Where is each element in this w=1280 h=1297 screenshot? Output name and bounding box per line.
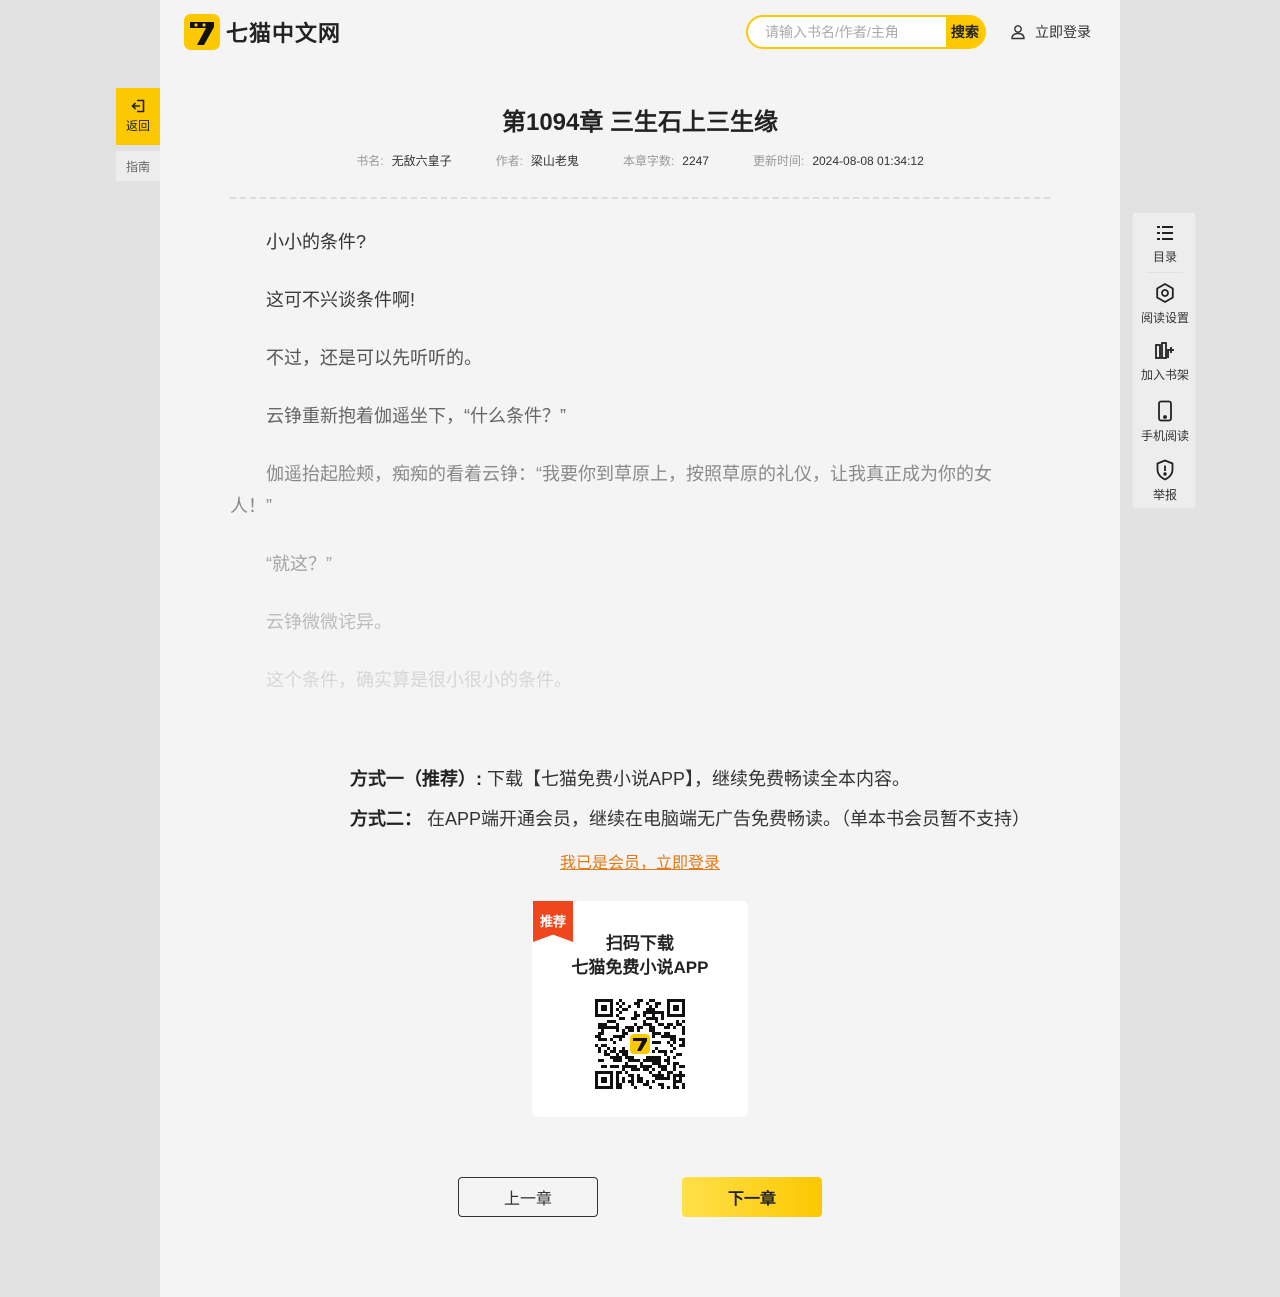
meta-author: 作者: 梁山老鬼 [496, 152, 579, 169]
qr-download-card: 推荐 扫码下载 七猫免费小说APP [532, 901, 748, 1117]
meta-word-count: 本章字数: 2247 [623, 152, 709, 169]
logo-text: 七猫中文网 [226, 21, 342, 46]
toolbar-label: 举报 [1152, 488, 1177, 502]
content-paragraph: “就这？” [266, 554, 332, 574]
toolbar-label: 加入书架 [1140, 368, 1189, 382]
site-logo[interactable]: 七猫中文网 [184, 14, 341, 50]
content-paragraph: 小小的条件? [266, 232, 367, 252]
way-text: 下载【七猫免费小说APP】，继续免费畅读全本内容。 [487, 769, 911, 789]
meta-label: 更新时间: [752, 154, 805, 168]
qr-code-image [595, 999, 685, 1089]
search-box: 搜索 [746, 15, 986, 49]
list-icon [1157, 226, 1173, 240]
content-paragraph: 这个条件，确实算是很小很小的条件。 [266, 670, 572, 690]
logo-cat-icon [184, 14, 220, 50]
toolbar-report[interactable]: 举报 [1133, 449, 1197, 508]
meta-book: 书名: 无敌六皇子 [356, 152, 451, 169]
meta-label: 本章字数: [622, 154, 675, 168]
unlock-way-two: 方式二： 在APP端开通会员，继续在电脑端无广告免费畅读。（单本书会员暂不支持） [350, 805, 1030, 831]
toolbar-catalog[interactable]: 目录 [1133, 213, 1197, 272]
qr-title-line: 七猫免费小说APP [571, 958, 709, 977]
content-paragraph: 伽遥抬起脸颊，痴痴的看着云铮：“我要你到草原上，按照草原的礼仪，让我真正成为你的… [230, 464, 992, 516]
way-label: 方式二： [350, 809, 422, 829]
back-exit-icon [131, 99, 145, 113]
meta-label: 书名: [356, 154, 384, 168]
unlock-way-one: 方式一（推荐）: 下载【七猫免费小说APP】，继续免费畅读全本内容。 [350, 765, 910, 791]
toolbar-read-settings[interactable]: 阅读设置 [1133, 272, 1197, 331]
meta-value: 2247 [682, 154, 709, 168]
toolbar-add-bookshelf[interactable]: 加入书架 [1133, 331, 1197, 390]
chapter-title: 第1094章 三生石上三生缘 [501, 109, 779, 136]
meta-value[interactable]: 梁山老鬼 [531, 154, 579, 168]
meta-value[interactable]: 无敌六皇子 [392, 154, 452, 168]
meta-label: 作者: [495, 154, 523, 168]
back-button[interactable]: 返回 [116, 88, 160, 145]
chapter-content: 小小的条件? 这可不兴谈条件啊! 不过，还是可以先听听的。 云铮重新抱着伽遥坐下… [230, 226, 1020, 722]
toolbar-label: 目录 [1152, 250, 1177, 264]
user-icon [1011, 25, 1025, 40]
content-paragraph: 不过，还是可以先听听的。 [266, 348, 482, 368]
back-label: 返回 [125, 119, 150, 133]
qr-title-line: 扫码下载 [606, 934, 674, 953]
login-link[interactable]: 立即登录 [1010, 22, 1091, 42]
bookshelf-add-icon [1155, 342, 1174, 359]
meta-update-time: 更新时间: 2024-08-08 01:34:12 [753, 152, 924, 169]
guide-button[interactable]: 指南 [116, 151, 160, 181]
meta-value: 2024-08-08 01:34:12 [812, 154, 924, 168]
qr-title: 扫码下载 七猫免费小说APP [532, 932, 748, 980]
reader-page: 七猫中文网 搜索 立即登录 第1094章 三生石上三生缘 书名: 无敌六皇子 作者… [160, 0, 1120, 1297]
toolbar-label: 手机阅读 [1140, 429, 1189, 443]
reader-toolbar: 目录 阅读设置 加入书架 手机阅读 举报 [1132, 212, 1196, 509]
search-input[interactable] [748, 17, 946, 47]
shield-alert-icon [1156, 459, 1174, 481]
toolbar-mobile-read[interactable]: 手机阅读 [1133, 390, 1197, 449]
member-login-link: 我已是会员，立即登录 [160, 849, 1120, 873]
member-login-link-text[interactable]: 我已是会员，立即登录 [560, 855, 720, 872]
next-chapter-button[interactable]: 下一章 [682, 1177, 822, 1217]
way-text: 在APP端开通会员，继续在电脑端无广告免费畅读。（单本书会员暂不支持） [427, 809, 1031, 829]
search-button[interactable]: 搜索 [946, 17, 984, 47]
content-paragraph: 云铮重新抱着伽遥坐下，“什么条件？” [266, 406, 566, 426]
content-paragraph: 云铮微微诧异。 [266, 612, 392, 632]
login-label: 立即登录 [1035, 24, 1091, 40]
content-paragraph: 这可不兴谈条件啊! [266, 290, 416, 310]
prev-chapter-button[interactable]: 上一章 [458, 1177, 598, 1217]
chapter-meta: 书名: 无敌六皇子 作者: 梁山老鬼 本章字数: 2247 更新时间: 2024-08-… [160, 152, 1120, 169]
title-divider [230, 197, 1050, 199]
toolbar-label: 阅读设置 [1140, 311, 1189, 325]
gear-icon [1156, 283, 1174, 303]
way-label: 方式一（推荐）: [350, 769, 482, 789]
phone-icon [1158, 400, 1172, 422]
